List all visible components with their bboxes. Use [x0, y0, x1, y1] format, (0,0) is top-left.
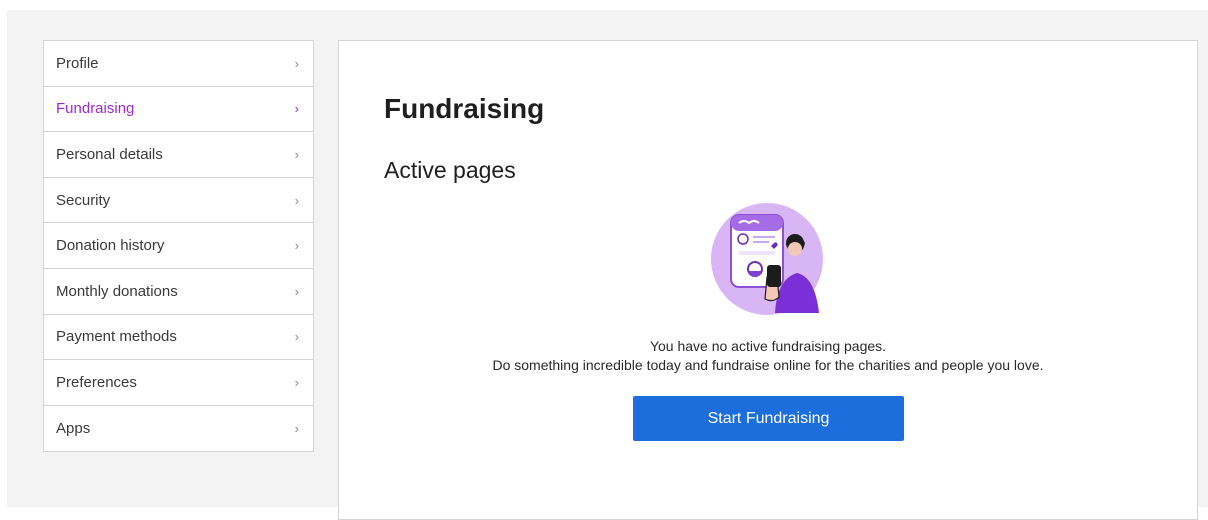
- start-fundraising-button[interactable]: Start Fundraising: [633, 396, 904, 441]
- sidebar-item-monthly-donations[interactable]: Monthly donations ›: [44, 269, 313, 315]
- sidebar-item-personal-details[interactable]: Personal details ›: [44, 132, 313, 178]
- sidebar-item-profile[interactable]: Profile ›: [44, 41, 313, 87]
- chevron-right-icon: ›: [294, 329, 299, 345]
- sidebar-item-fundraising[interactable]: Fundraising ›: [44, 87, 313, 133]
- chevron-right-icon: ›: [294, 146, 299, 162]
- sidebar-item-preferences[interactable]: Preferences ›: [44, 360, 313, 406]
- fundraising-panel: Fundraising Active pages You have no act…: [338, 40, 1198, 520]
- sidebar-item-label: Fundraising: [56, 100, 135, 118]
- sidebar-item-label: Security: [56, 191, 111, 209]
- sidebar-item-label: Personal details: [56, 145, 163, 163]
- account-sidebar: Profile › Fundraising › Personal details…: [43, 40, 314, 453]
- sidebar-item-donation-history[interactable]: Donation history ›: [44, 223, 313, 269]
- empty-state-message: You have no active fundraising pages.: [649, 338, 887, 354]
- chevron-right-icon: ›: [294, 101, 299, 117]
- fundraiser-phone-illustration: [709, 201, 825, 317]
- chevron-right-icon: ›: [294, 55, 299, 71]
- empty-state-encouragement: Do something incredible today and fundra…: [492, 357, 1044, 373]
- sidebar-item-apps[interactable]: Apps ›: [44, 406, 313, 452]
- chevron-right-icon: ›: [294, 421, 299, 437]
- page-title: Fundraising: [384, 93, 545, 124]
- sidebar-item-payment-methods[interactable]: Payment methods ›: [44, 315, 313, 361]
- chevron-right-icon: ›: [294, 192, 299, 208]
- sidebar-item-label: Apps: [56, 420, 91, 438]
- chevron-right-icon: ›: [294, 283, 299, 299]
- section-title-active-pages: Active pages: [384, 157, 516, 183]
- sidebar-item-label: Monthly donations: [56, 282, 178, 300]
- sidebar-item-label: Donation history: [56, 237, 165, 255]
- sidebar-item-label: Payment methods: [56, 328, 177, 346]
- chevron-right-icon: ›: [294, 374, 299, 390]
- sidebar-item-label: Preferences: [56, 373, 137, 391]
- chevron-right-icon: ›: [294, 238, 299, 254]
- sidebar-item-label: Profile: [56, 54, 99, 72]
- sidebar-item-security[interactable]: Security ›: [44, 178, 313, 224]
